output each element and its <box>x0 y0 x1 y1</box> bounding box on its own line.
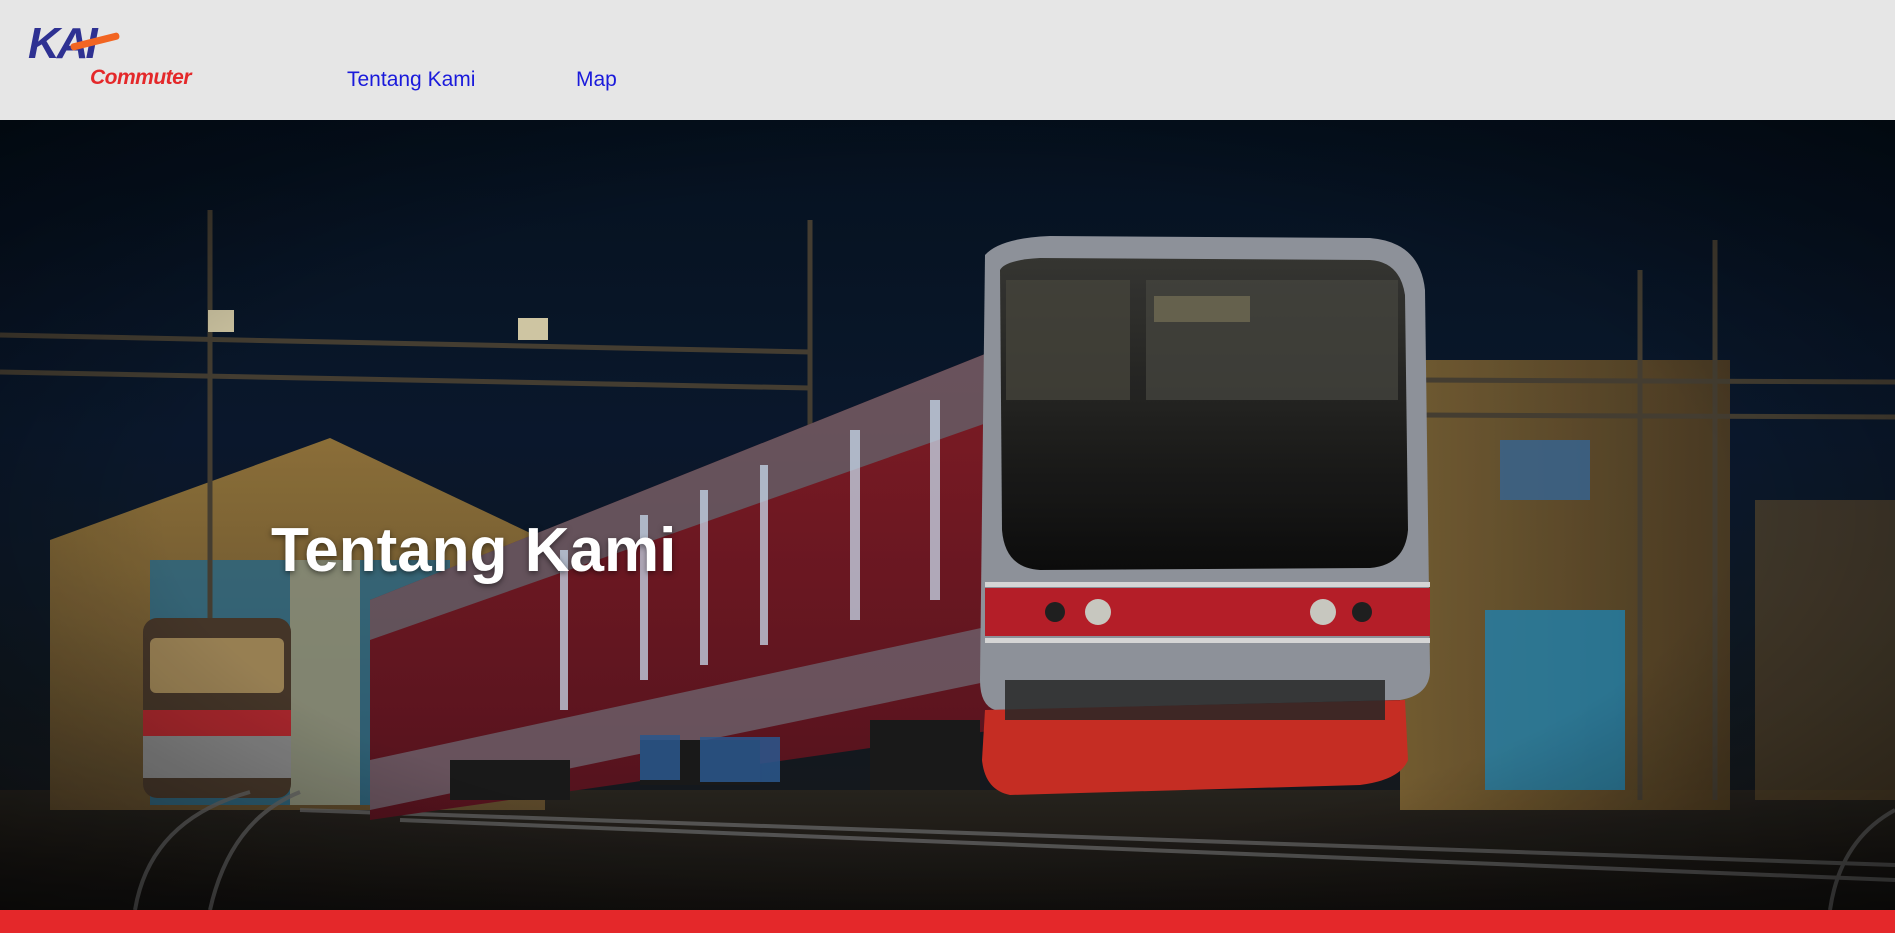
kai-commuter-logo[interactable]: KAI Commuter <box>28 22 198 90</box>
nav-link-tentang-kami[interactable]: Tentang Kami <box>347 68 475 92</box>
footer-accent-bar <box>0 910 1895 933</box>
site-header: KAI Commuter Tentang Kami Map <box>0 0 1895 120</box>
hero-title: Tentang Kami <box>271 516 677 585</box>
hero-banner: Tentang Kami <box>0 120 1895 910</box>
logo-commuter-text: Commuter <box>90 66 192 89</box>
nav-link-map[interactable]: Map <box>576 68 617 92</box>
